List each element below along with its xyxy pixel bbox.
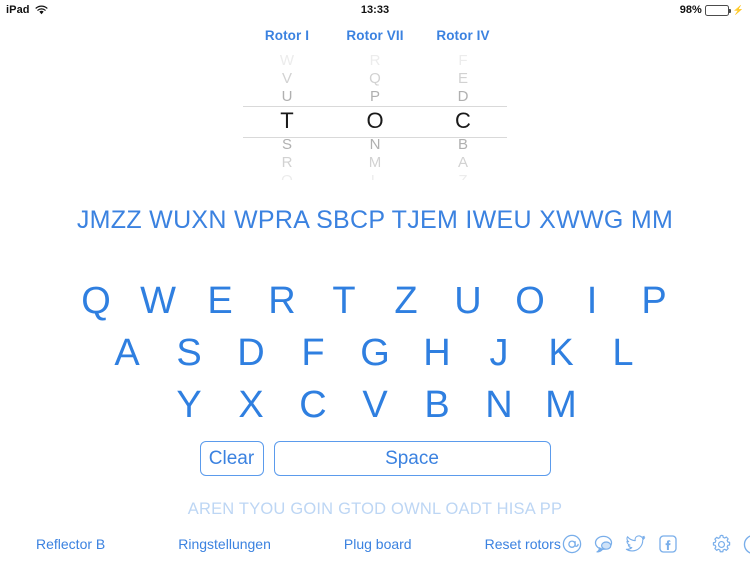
key-l[interactable]: L bbox=[592, 329, 654, 377]
key-c[interactable]: C bbox=[282, 381, 344, 429]
key-j[interactable]: J bbox=[468, 329, 530, 377]
rotor-letter: W bbox=[279, 52, 295, 69]
key-h[interactable]: H bbox=[406, 329, 468, 377]
key-p[interactable]: P bbox=[623, 277, 685, 325]
gear-icon[interactable] bbox=[711, 533, 733, 555]
rotor-divider-bottom bbox=[243, 137, 331, 138]
rotor-letter: Z bbox=[419, 172, 507, 180]
key-q[interactable]: Q bbox=[65, 277, 127, 325]
ringstellungen-button[interactable]: Ringstellungen bbox=[178, 536, 271, 552]
rotor-divider-bottom bbox=[419, 137, 507, 138]
rotor-letter: E bbox=[457, 70, 468, 87]
twitter-icon[interactable] bbox=[625, 533, 647, 555]
plug-board-button[interactable]: Plug board bbox=[344, 536, 412, 552]
key-i[interactable]: I bbox=[561, 277, 623, 325]
rotor-letter: D bbox=[457, 88, 469, 105]
keyboard-row-3: Y X C V B N M bbox=[0, 381, 750, 429]
keyboard-row-1: Q W E R T Z U O I P bbox=[0, 277, 750, 325]
rotor-selected-letter: T bbox=[280, 108, 294, 133]
rotor-divider-top bbox=[331, 106, 419, 107]
rotor-letter: N bbox=[369, 136, 381, 153]
key-u[interactable]: U bbox=[437, 277, 499, 325]
battery-percent-label: 98% bbox=[679, 4, 702, 16]
keyboard[interactable]: Q W E R T Z U O I P A S D F G H J K L Y … bbox=[0, 277, 750, 429]
toolbar-links: Reflector B Ringstellungen Plug board Re… bbox=[0, 536, 561, 552]
battery-icon bbox=[704, 4, 731, 16]
rotor-letter: R bbox=[281, 154, 293, 171]
facebook-icon[interactable] bbox=[657, 533, 679, 555]
rotor-letter: U bbox=[281, 88, 293, 105]
status-bar-clock: 13:33 bbox=[360, 4, 390, 16]
rotor-divider-bottom bbox=[331, 137, 419, 138]
reflector-button[interactable]: Reflector B bbox=[36, 536, 105, 552]
rotor-letter: M bbox=[368, 154, 382, 171]
key-f[interactable]: F bbox=[282, 329, 344, 377]
rotor-letter: V bbox=[281, 70, 292, 87]
keyboard-row-2: A S D F G H J K L bbox=[0, 329, 750, 377]
key-t[interactable]: T bbox=[313, 277, 375, 325]
key-m[interactable]: M bbox=[530, 381, 592, 429]
toolbar-icons bbox=[561, 533, 750, 555]
rotor-title-2[interactable]: Rotor VII bbox=[331, 28, 419, 43]
action-buttons: Clear Space bbox=[0, 441, 750, 476]
key-o[interactable]: O bbox=[499, 277, 561, 325]
rotor-column-1[interactable]: Rotor I W V U T S R Q bbox=[243, 28, 331, 180]
rotor-title-3[interactable]: Rotor IV bbox=[419, 28, 507, 43]
rotor-letter: A bbox=[457, 154, 468, 171]
rotor-letter: P bbox=[369, 88, 380, 105]
status-bar: iPad 13:33 98% ⚡ bbox=[0, 0, 750, 20]
rotor-letter: R bbox=[369, 52, 381, 69]
lightning-bolt-icon: ⚡ bbox=[732, 4, 744, 15]
rotor-letter: Q bbox=[243, 172, 331, 180]
reset-rotors-button[interactable]: Reset rotors bbox=[485, 536, 561, 552]
rotor-letter: F bbox=[458, 52, 468, 69]
rotor-wheel-1[interactable]: W V U T S R Q bbox=[243, 52, 331, 180]
key-y[interactable]: Y bbox=[158, 381, 220, 429]
key-n[interactable]: N bbox=[468, 381, 530, 429]
rotor-letter: S bbox=[281, 136, 292, 153]
clear-button[interactable]: Clear bbox=[199, 441, 264, 476]
key-d[interactable]: D bbox=[220, 329, 282, 377]
key-x[interactable]: X bbox=[220, 381, 282, 429]
space-button[interactable]: Space bbox=[273, 441, 551, 476]
rotor-selected-letter: C bbox=[455, 108, 471, 133]
key-s[interactable]: S bbox=[158, 329, 220, 377]
info-icon[interactable] bbox=[743, 533, 750, 555]
key-w[interactable]: W bbox=[127, 277, 189, 325]
key-z[interactable]: Z bbox=[375, 277, 437, 325]
key-e[interactable]: E bbox=[189, 277, 251, 325]
key-g[interactable]: G bbox=[344, 329, 406, 377]
status-bar-right: 98% ⚡ bbox=[680, 4, 744, 16]
bottom-toolbar: Reflector B Ringstellungen Plug board Re… bbox=[0, 525, 750, 563]
rotor-wheel-2[interactable]: R Q P O N M L bbox=[331, 52, 419, 180]
key-b[interactable]: B bbox=[406, 381, 468, 429]
rotor-wheel-3[interactable]: F E D C B A Z bbox=[419, 52, 507, 180]
message-bubble-icon[interactable] bbox=[593, 533, 615, 555]
rotor-selected-letter: O bbox=[366, 108, 384, 133]
rotor-divider-top bbox=[243, 106, 331, 107]
key-k[interactable]: K bbox=[530, 329, 592, 377]
rotor-title-1[interactable]: Rotor I bbox=[243, 28, 331, 43]
email-icon[interactable] bbox=[561, 533, 583, 555]
key-v[interactable]: V bbox=[344, 381, 406, 429]
key-a[interactable]: A bbox=[96, 329, 158, 377]
rotor-column-2[interactable]: Rotor VII R Q P O N M L bbox=[331, 28, 419, 180]
key-r[interactable]: R bbox=[251, 277, 313, 325]
rotor-letter: Q bbox=[369, 70, 381, 87]
rotor-divider-top bbox=[419, 106, 507, 107]
rotor-column-3[interactable]: Rotor IV F E D C B A Z bbox=[419, 28, 507, 180]
rotor-letter: L bbox=[331, 172, 419, 180]
plaintext-output: AREN TYOU GOIN GTOD OWNL OADT HISA PP bbox=[187, 500, 563, 518]
cipher-output-text: JMZZ WUXN WPRA SBCP TJEM IWEU XWWG MM bbox=[76, 206, 674, 234]
rotor-letter: B bbox=[457, 136, 468, 153]
rotor-picker[interactable]: Rotor I W V U T S R Q Rotor VII R Q P O … bbox=[0, 28, 750, 180]
